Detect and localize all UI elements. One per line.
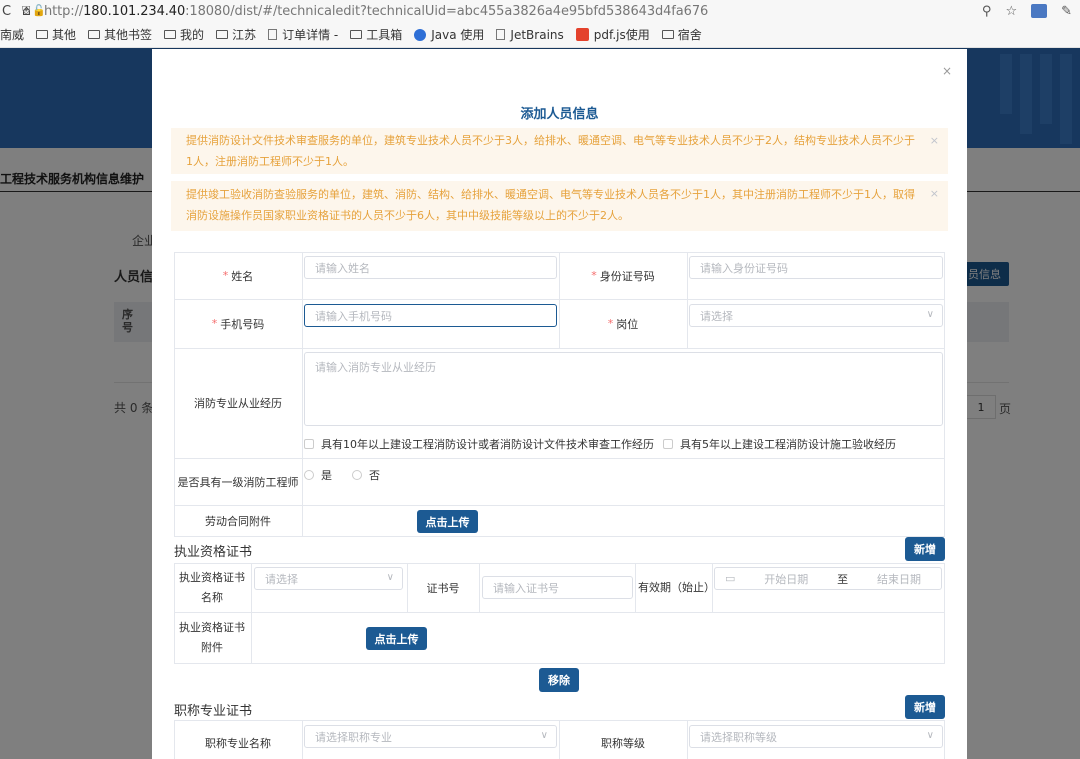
bookmark-page[interactable]: 订单详情 - [268, 26, 338, 43]
notes-extension-icon[interactable]: ✎ [1061, 4, 1072, 19]
experience-textarea[interactable]: 请输入消防专业从业经历 [304, 352, 943, 426]
shield-icon: ⛨ [22, 4, 31, 17]
translate-extension-icon[interactable] [1031, 4, 1048, 18]
title-cert-name-label: 职称专业名称 [205, 737, 271, 750]
title-level-label: 职称等级 [601, 737, 645, 750]
alert-close-icon[interactable]: × [930, 130, 939, 151]
post-label: * 岗位 [607, 317, 639, 331]
folder-icon [88, 30, 101, 39]
address-bar: C ⌂ ⛨ 🔓 http://180.101.234.40:18080/dist/… [0, 0, 1080, 22]
checkbox [304, 439, 314, 449]
bookmark-page[interactable]: pdf.js使用 [575, 26, 650, 43]
cert-section-title: 执业资格证书 [174, 545, 253, 560]
pdf-icon [575, 28, 589, 41]
close-icon[interactable]: × [942, 64, 952, 78]
chevron-down-icon: ∨ [540, 730, 548, 741]
id-number-input[interactable]: 请输入身份证号码 [689, 256, 943, 279]
cert-date-range[interactable]: ▭ 开始日期 至 结束日期 [714, 567, 942, 590]
bookmark-folder[interactable]: 宿舍 [661, 26, 702, 43]
radio-no[interactable]: 否 [352, 467, 380, 483]
cert-validity-label: 有效期（始止） [638, 580, 715, 594]
contract-upload-button[interactable]: 点击上传 [417, 510, 478, 533]
name-label: * 姓名 [222, 269, 254, 283]
bookmark-page[interactable]: JetBrains [496, 28, 564, 42]
bookmark-folder[interactable]: 江苏 [216, 26, 256, 43]
cert-remove-button[interactable]: 移除 [539, 668, 579, 692]
folder-icon [216, 30, 229, 39]
folder-icon [350, 30, 363, 39]
cert-attach-label: 执业资格证书附件 [179, 620, 245, 654]
radio-yes[interactable]: 是 [304, 467, 332, 483]
cert-upload-button[interactable]: 点击上传 [366, 627, 427, 650]
cert-number-label: 证书号 [426, 581, 460, 595]
folder-icon [661, 30, 674, 39]
alert-text: 提供竣工验收消防查验服务的单位，建筑、消防、结构、给排水、暖通空调、电气等专业技… [186, 188, 915, 222]
add-person-dialog: × 添加人员信息 提供消防设计文件技术审查服务的单位，建筑专业技术人员不少于3人… [152, 49, 967, 759]
phone-input[interactable]: 请输入手机号码 [304, 304, 557, 327]
radio [304, 470, 314, 480]
bookmark-folder[interactable]: 其他书签 [88, 26, 152, 43]
zoom-icon[interactable]: ⚲ [982, 4, 992, 19]
page-icon [268, 29, 278, 40]
bookmarks-bar: 南威 其他 其他书签 我的 江苏 订单详情 - 工具箱 Java 使用 JetB… [0, 22, 1080, 48]
title-cert-section-title: 职称专业证书 [174, 704, 253, 719]
bookmark-page[interactable]: Java 使用 [414, 26, 484, 43]
id-number-label: * 身份证号码 [591, 269, 655, 283]
url-text[interactable]: http://180.101.234.40:18080/dist/#/techn… [44, 4, 708, 19]
title-cert-add-button[interactable]: 新增 [905, 695, 945, 719]
name-input[interactable]: 请输入姓名 [304, 256, 557, 279]
cert-add-button[interactable]: 新增 [905, 537, 945, 561]
reload-icon[interactable]: C [2, 4, 14, 19]
page-icon [496, 29, 506, 40]
star-icon[interactable]: ☆ [1005, 4, 1017, 19]
experience-label: 消防专业从业经历 [194, 397, 282, 410]
alert-close-icon[interactable]: × [930, 183, 939, 204]
alert-acceptance: 提供竣工验收消防查验服务的单位，建筑、消防、结构、给排水、暖通空调、电气等专业技… [171, 181, 948, 231]
insecure-lock-icon: 🔓 [32, 4, 46, 17]
bookmark-folder[interactable]: 工具箱 [350, 26, 402, 43]
chevron-down-icon: ∨ [386, 572, 394, 583]
chevron-down-icon: ∨ [926, 309, 934, 320]
post-select[interactable]: 请选择 ∨ [689, 304, 943, 327]
cert-name-select[interactable]: 请选择 ∨ [254, 567, 403, 590]
cert-name-label: 执业资格证书名称 [179, 570, 245, 604]
security-icons[interactable]: ⛨ 🔓 [22, 4, 46, 18]
title-level-select[interactable]: 请选择职称等级 ∨ [689, 725, 943, 748]
engineer-label: 是否具有一级消防工程师 [177, 475, 299, 489]
bookmark-folder[interactable]: 其他 [36, 26, 76, 43]
alert-design-review: 提供消防设计文件技术审查服务的单位，建筑专业技术人员不少于3人，给排水、暖通空调… [171, 128, 948, 174]
radio [352, 470, 362, 480]
checkbox [663, 439, 673, 449]
title-cert-name-select[interactable]: 请选择职称专业 ∨ [304, 725, 557, 748]
dialog-title: 添加人员信息 [520, 107, 599, 122]
checkbox-5yr-experience[interactable]: 具有5年以上建设工程消防设计施工验收经历 [663, 436, 896, 452]
chevron-down-icon: ∨ [926, 730, 934, 741]
checkbox-10yr-experience[interactable]: 具有10年以上建设工程消防设计或者消防设计文件技术审查工作经历 [304, 436, 654, 452]
folder-icon [36, 30, 49, 39]
alert-text: 提供消防设计文件技术审查服务的单位，建筑专业技术人员不少于3人，给排水、暖通空调… [186, 134, 915, 168]
bookmark-folder[interactable]: 我的 [164, 26, 204, 43]
cert-number-input[interactable]: 请输入证书号 [482, 576, 633, 599]
java-icon [414, 28, 427, 41]
contract-label: 劳动合同附件 [205, 514, 271, 528]
phone-label: * 手机号码 [211, 317, 265, 331]
calendar-icon: ▭ [725, 572, 736, 585]
folder-icon [164, 30, 177, 39]
bookmark-item[interactable]: 南威 [0, 26, 24, 43]
